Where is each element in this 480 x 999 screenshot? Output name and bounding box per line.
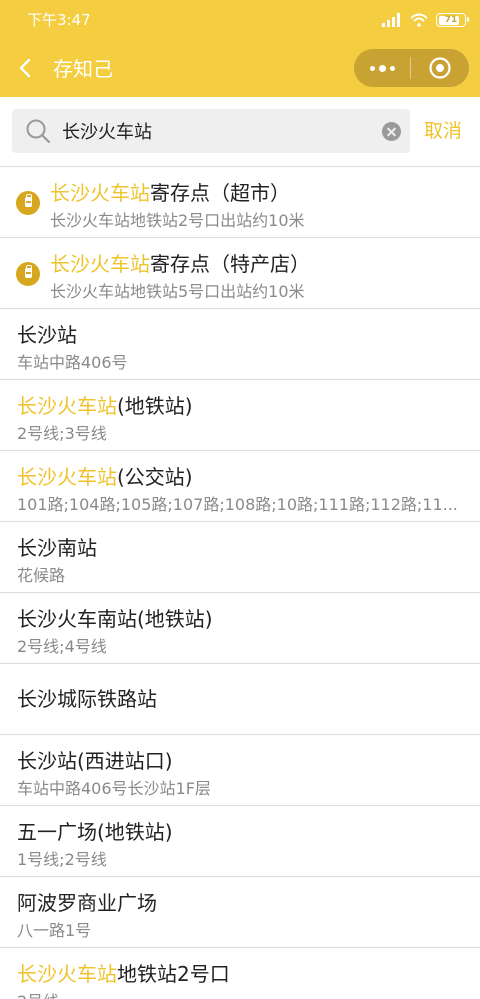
result-title: 长沙站(西进站口) bbox=[17, 748, 173, 774]
result-row[interactable]: 长沙城际铁路站 bbox=[0, 664, 480, 735]
result-title: 长沙火车站地铁站2号口 bbox=[17, 961, 230, 987]
result-title-text: (地铁站) bbox=[117, 394, 193, 418]
result-address: 长沙火车站地铁站2号口出站约10米 bbox=[50, 211, 305, 230]
result-title-highlight: 长沙火车站 bbox=[17, 394, 117, 418]
result-row[interactable]: 长沙火车站寄存点（超市） 长沙火车站地铁站2号口出站约10米 bbox=[0, 167, 480, 238]
result-row[interactable]: 长沙火车南站(地铁站) 2号线;4号线 bbox=[0, 593, 480, 664]
result-title-text: 寄存点（超市） bbox=[150, 181, 290, 205]
battery-level: 71 bbox=[444, 15, 458, 25]
result-title-text: 长沙城际铁路站 bbox=[17, 687, 157, 711]
result-row[interactable]: 长沙火车站(地铁站) 2号线;3号线 bbox=[0, 380, 480, 451]
result-address: 2号线;3号线 bbox=[17, 424, 107, 443]
search-bar: 取消 bbox=[0, 97, 480, 167]
result-address: 2号线 bbox=[17, 992, 463, 999]
more-dot-icon bbox=[378, 64, 386, 72]
result-title-text: 五一广场(地铁站) bbox=[17, 820, 173, 844]
result-row[interactable]: 长沙火车站寄存点（特产店） 长沙火车站地铁站5号口出站约10米 bbox=[0, 238, 480, 309]
close-miniprogram-button[interactable] bbox=[411, 49, 469, 87]
result-row[interactable]: 长沙站车站中路406号 bbox=[0, 309, 480, 380]
result-address: 车站中路406号长沙站1F层 bbox=[17, 779, 211, 798]
result-address: 101路;104路;105路;107路;108路;10路;111路;112路;1… bbox=[17, 495, 458, 514]
result-row[interactable]: 长沙火车站(公交站) 101路;104路;105路;107路;108路;10路;1… bbox=[0, 451, 480, 522]
result-row[interactable]: 阿波罗商业广场八一路1号 bbox=[0, 877, 480, 948]
clear-input-icon[interactable] bbox=[382, 122, 401, 141]
result-title-highlight: 长沙火车站 bbox=[50, 252, 150, 276]
result-title-text: 阿波罗商业广场 bbox=[17, 891, 157, 915]
page-title: 存知己 bbox=[53, 57, 113, 81]
target-circle-icon bbox=[429, 57, 451, 79]
more-button[interactable] bbox=[354, 49, 410, 87]
result-address: 车站中路406号 bbox=[17, 353, 128, 372]
search-icon bbox=[26, 119, 51, 144]
result-title-text: 长沙南站 bbox=[17, 536, 97, 560]
nav-bar: 存知己 bbox=[0, 40, 480, 97]
result-title-highlight: 长沙火车站 bbox=[50, 181, 150, 205]
result-title-text: 长沙站 bbox=[17, 323, 77, 347]
result-row[interactable]: 长沙站(西进站口) 车站中路406号长沙站1F层 bbox=[0, 735, 480, 806]
result-title-text: 长沙站(西进站口) bbox=[17, 749, 173, 773]
result-title-text: 寄存点（特产店） bbox=[150, 252, 310, 276]
result-title: 长沙南站 bbox=[17, 535, 97, 561]
luggage-storage-icon bbox=[16, 262, 40, 286]
result-address: 八一路1号 bbox=[17, 921, 92, 940]
result-title: 阿波罗商业广场 bbox=[17, 890, 157, 916]
result-address: 2号线;4号线 bbox=[17, 637, 107, 656]
battery-icon: 71 bbox=[436, 13, 469, 27]
cancel-button[interactable]: 取消 bbox=[424, 119, 462, 143]
result-title-highlight: 长沙火车站 bbox=[17, 962, 117, 986]
result-title: 长沙站 bbox=[17, 322, 77, 348]
miniprogram-capsule bbox=[354, 49, 469, 87]
status-icons: 71 bbox=[382, 11, 469, 29]
result-address: 长沙火车站地铁站5号口出站约10米 bbox=[50, 282, 305, 301]
result-title: 长沙火车南站(地铁站) bbox=[17, 606, 213, 632]
app-header: 下午3:47 71 存知己 bbox=[0, 0, 480, 97]
status-bar: 下午3:47 71 bbox=[0, 0, 480, 40]
more-dot-icon bbox=[369, 65, 375, 71]
result-title: 长沙火车站寄存点（超市） bbox=[50, 180, 290, 206]
result-address: 花候路 bbox=[17, 566, 66, 585]
wifi-icon bbox=[410, 13, 428, 27]
search-box[interactable] bbox=[12, 109, 410, 153]
signal-icon bbox=[382, 13, 400, 27]
search-results-list: 长沙火车站寄存点（超市） 长沙火车站地铁站2号口出站约10米 长沙火车站寄存点（特产… bbox=[0, 167, 480, 999]
result-title-text: (公交站) bbox=[117, 465, 193, 489]
back-arrow-icon[interactable] bbox=[14, 56, 38, 80]
luggage-storage-icon bbox=[16, 191, 40, 215]
result-title: 长沙火车站寄存点（特产店） bbox=[50, 251, 310, 277]
result-row[interactable]: 长沙火车站地铁站2号口 2号线 bbox=[0, 948, 480, 999]
status-time: 下午3:47 bbox=[27, 11, 91, 29]
result-title-text: 地铁站2号口 bbox=[117, 962, 230, 986]
result-title: 五一广场(地铁站) bbox=[17, 819, 173, 845]
result-title: 长沙火车站(公交站) bbox=[17, 464, 193, 490]
result-row[interactable]: 长沙南站 花候路 bbox=[0, 522, 480, 593]
search-input[interactable] bbox=[62, 109, 372, 153]
result-row[interactable]: 五一广场(地铁站) 1号线;2号线 bbox=[0, 806, 480, 877]
more-dot-icon bbox=[389, 65, 395, 71]
result-address: 1号线;2号线 bbox=[17, 850, 107, 869]
result-title-highlight: 长沙火车站 bbox=[17, 465, 117, 489]
result-title-text: 长沙火车南站(地铁站) bbox=[17, 607, 213, 631]
result-title: 长沙城际铁路站 bbox=[17, 686, 157, 712]
result-title: 长沙火车站(地铁站) bbox=[17, 393, 193, 419]
